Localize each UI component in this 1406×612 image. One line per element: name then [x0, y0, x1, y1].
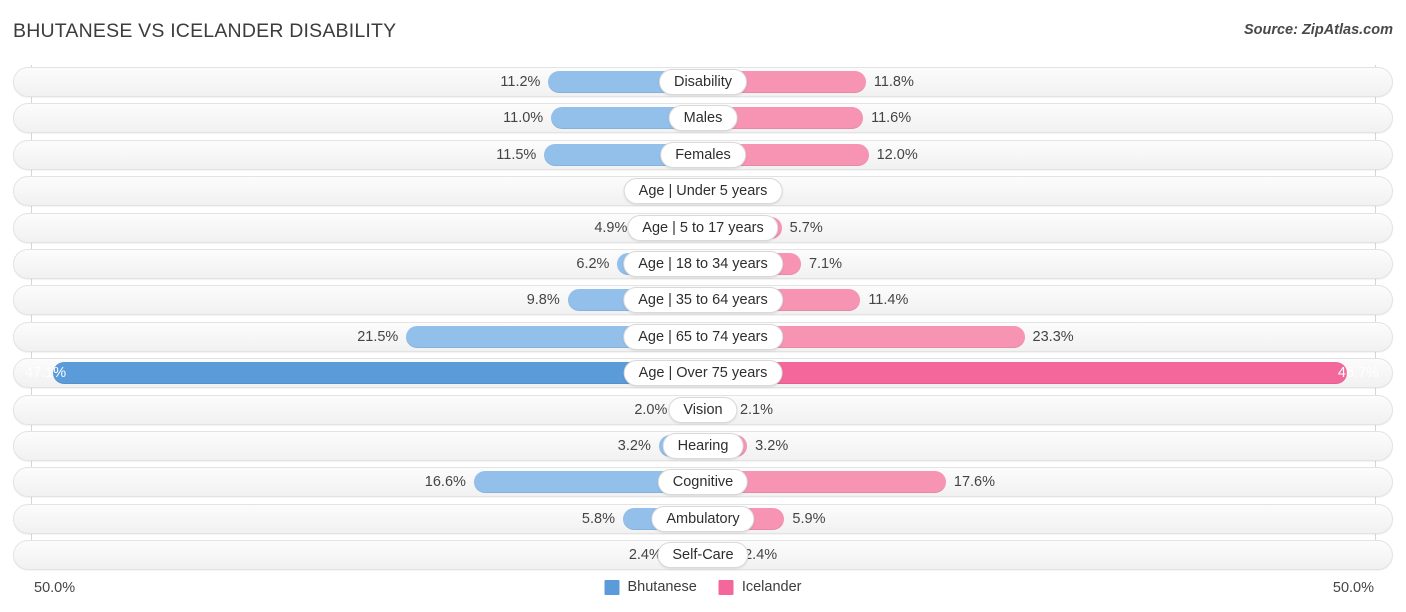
bar-row: 11.5% 12.0% Females: [13, 139, 1393, 170]
category-label: Females: [660, 141, 746, 168]
category-label: Age | 35 to 64 years: [623, 287, 783, 314]
value-label-bhutanese: 3.2%: [617, 438, 651, 454]
value-label-bhutanese: 16.6%: [424, 474, 466, 491]
legend-item[interactable]: Bhutanese: [604, 579, 697, 595]
legend-label: Bhutanese: [627, 579, 697, 595]
value-label-icelander: 2.1%: [739, 401, 774, 418]
bar-row: 2.4% 2.4% Self-Care: [13, 540, 1393, 571]
value-label-icelander: 17.6%: [953, 474, 995, 491]
value-label-icelander: 11.4%: [868, 292, 909, 309]
legend-label: Icelander: [741, 579, 802, 595]
axis-label-right: 50.0%: [1332, 580, 1374, 596]
value-label-icelander: 11.6%: [871, 110, 912, 127]
bar-row: 21.5% 23.3% Age | 65 to 74 years: [13, 321, 1393, 352]
source-attribution: Source: ZipAtlas.com: [1243, 22, 1393, 38]
bar-row: 9.8% 11.4% Age | 35 to 64 years: [13, 285, 1393, 316]
bar-row: 11.0% 11.6% Males: [13, 103, 1393, 134]
category-label: Vision: [668, 396, 738, 423]
value-label-bhutanese: 5.8%: [581, 510, 615, 527]
value-label-bhutanese: 2.0%: [634, 401, 668, 418]
value-label-bhutanese: 9.8%: [526, 292, 560, 309]
value-label-icelander: 5.9%: [792, 510, 826, 527]
chart-legend: Bhutanese Icelander: [604, 579, 802, 595]
category-label: Age | 65 to 74 years: [623, 323, 783, 350]
value-label-bhutanese: 6.2%: [576, 256, 610, 272]
value-label-icelander: 23.3%: [1032, 328, 1074, 345]
value-label-bhutanese: 21.5%: [357, 328, 399, 345]
bar-row: 4.9% 5.7% Age | 5 to 17 years: [13, 212, 1393, 243]
page-title: BHUTANESE VS ICELANDER DISABILITY: [13, 20, 397, 42]
value-label-bhutanese: 4.9%: [594, 219, 628, 236]
value-label-bhutanese: 11.5%: [496, 146, 537, 163]
value-label-bhutanese: 11.2%: [500, 74, 541, 90]
value-label-icelander: 7.1%: [808, 256, 843, 272]
bar-row: 3.2% 3.2% Hearing: [13, 431, 1393, 461]
value-label-bhutanese: 11.0%: [503, 110, 544, 127]
category-label: Age | 18 to 34 years: [623, 251, 783, 277]
value-label-icelander: 5.7%: [789, 219, 823, 236]
axis-label-left: 50.0%: [34, 580, 76, 596]
legend-item[interactable]: Icelander: [718, 579, 802, 595]
category-label: Disability: [658, 69, 748, 95]
bar-row: 1.2%1.2%Age | Under 5 years: [13, 176, 1393, 207]
value-label-icelander: 46.7%: [1337, 365, 1379, 382]
category-label: Age | Over 75 years: [623, 360, 783, 387]
category-label: Males: [668, 105, 738, 132]
chart-header: BHUTANESE VS ICELANDER DISABILITY Source…: [0, 0, 1406, 62]
bar-row: 47.1% 46.7% Age | Over 75 years: [13, 358, 1393, 389]
legend-swatch-icon: [718, 579, 734, 595]
legend-swatch-icon: [604, 579, 620, 595]
bar-row: 6.2% 7.1% Age | 18 to 34 years: [13, 249, 1393, 279]
chart-root: BHUTANESE VS ICELANDER DISABILITY Source…: [0, 0, 1406, 612]
value-label-bhutanese: 47.1%: [25, 365, 67, 382]
value-label-icelander: 12.0%: [876, 146, 918, 163]
bar-row: 5.8% 5.9% Ambulatory: [13, 503, 1393, 534]
value-label-icelander: 11.8%: [873, 74, 914, 90]
plot-area: 11.2% 11.8% Disability 11.0% 11.6% Males 11.5%…: [0, 62, 1406, 571]
chart-footer: 50.0% 50.0% Bhutanese Icelander: [0, 570, 1406, 612]
bar-row: 2.0% 2.1% Vision: [13, 394, 1393, 425]
value-label-icelander: 2.4%: [744, 547, 778, 564]
category-label: Age | Under 5 years: [623, 178, 783, 205]
category-label: Age | 5 to 17 years: [627, 214, 779, 241]
bar-bhutanese: [53, 362, 703, 385]
bar-rows-container: 11.2% 11.8% Disability 11.0% 11.6% Males 11.5%…: [0, 62, 1406, 571]
category-label: Hearing: [662, 433, 744, 459]
category-label: Self-Care: [657, 542, 749, 569]
value-label-icelander: 3.2%: [755, 438, 789, 454]
bar-row: 11.2% 11.8% Disability: [13, 67, 1393, 97]
bar-row: 16.6% 17.6% Cognitive: [13, 467, 1393, 498]
category-label: Cognitive: [657, 469, 749, 496]
category-label: Ambulatory: [651, 505, 755, 532]
bar-icelander: [703, 362, 1348, 385]
